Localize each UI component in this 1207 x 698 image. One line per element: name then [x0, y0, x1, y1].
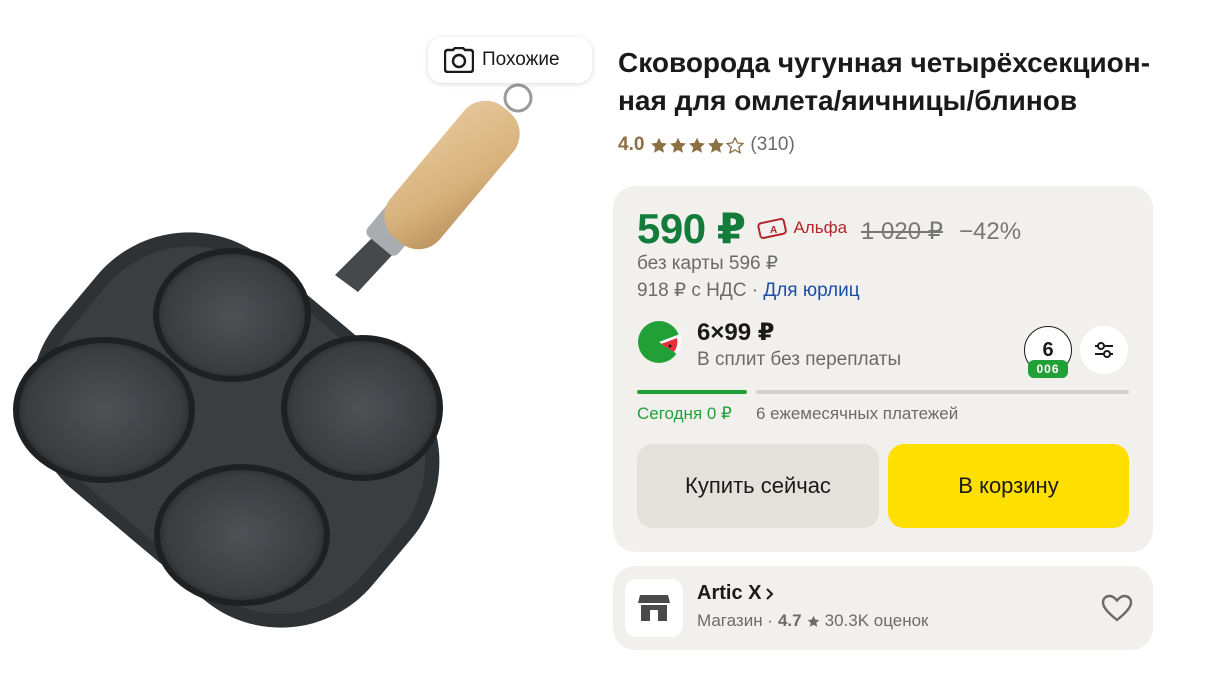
product-title: Сковорода чугунная четырёхсекцион-ная дл…: [618, 47, 1151, 116]
star-filled-icon: [651, 137, 668, 153]
alfa-badge[interactable]: A Альфа: [757, 217, 847, 239]
sliders-icon: [1095, 342, 1113, 358]
price-without-card: без карты 596 ₽: [637, 253, 778, 274]
shop-logo[interactable]: [625, 579, 683, 637]
chevron-right-icon: [766, 587, 774, 600]
price-row: 590 ₽ A Альфа 1 020 ₽ −42%: [637, 204, 1021, 253]
vat-price: 918 ₽ с НДС ·: [637, 280, 764, 301]
similar-label: Похожие: [482, 49, 560, 70]
favorite-button[interactable]: [1097, 588, 1137, 628]
legal-entities-link[interactable]: Для юрлиц: [763, 280, 859, 301]
buy-now-button[interactable]: Купить сейчас: [637, 444, 879, 528]
product-image[interactable]: [0, 30, 600, 670]
split-months-badge: 006: [1028, 360, 1068, 378]
heart-icon: [1101, 594, 1133, 622]
frying-pan-image: [13, 83, 533, 628]
store-icon: [638, 595, 670, 621]
star-filled-icon: [670, 137, 687, 153]
shop-name: Artic X: [697, 582, 762, 604]
split-progress-rest: [756, 390, 1129, 394]
split-months-value: 6: [1042, 338, 1054, 361]
similar-button[interactable]: Похожие: [428, 37, 592, 83]
rating-row[interactable]: 4.0 (310): [618, 134, 795, 156]
split-amount: 6×99 ₽: [697, 319, 775, 346]
old-price: 1 020 ₽: [861, 218, 944, 245]
star-empty-icon: [726, 136, 745, 154]
rating-value: 4.0: [618, 134, 645, 155]
split-subtitle: В сплит без переплаты: [697, 349, 902, 370]
shop-name-link[interactable]: Artic X: [697, 582, 775, 605]
discount-label: −42%: [959, 218, 1022, 245]
shop-type: Магазин ·: [697, 611, 773, 630]
shop-meta: Магазин · 4.7 30.3K оценок: [697, 611, 929, 631]
star-filled-icon: [708, 137, 725, 153]
alfa-card-icon: A: [757, 218, 788, 239]
shop-card[interactable]: Artic X Магазин · 4.7 30.3K оценок: [613, 566, 1153, 650]
split-progress-today: [637, 390, 747, 394]
svg-text:A: A: [770, 225, 777, 236]
price-card: 590 ₽ A Альфа 1 020 ₽ −42% без карты 596…: [613, 186, 1153, 552]
shop-reviews: 30.3K оценок: [824, 611, 929, 630]
current-price: 590 ₽: [637, 205, 746, 252]
vat-row: 918 ₽ с НДС · Для юрлиц: [637, 279, 860, 302]
split-settings-button[interactable]: [1080, 326, 1128, 374]
split-logo-icon[interactable]: [637, 320, 681, 364]
split-payments: 6 ежемесячных платежей: [756, 404, 959, 423]
shop-rating: 4.7: [777, 611, 802, 630]
rating-stars: [650, 136, 745, 154]
split-today: Сегодня 0 ₽: [637, 404, 732, 423]
star-icon: [807, 615, 819, 627]
add-to-cart-button[interactable]: В корзину: [888, 444, 1129, 528]
star-filled-icon: [689, 137, 706, 153]
camera-search-icon: [444, 47, 474, 73]
alfa-label: Альфа: [793, 218, 848, 237]
reviews-count: (310): [750, 134, 795, 155]
